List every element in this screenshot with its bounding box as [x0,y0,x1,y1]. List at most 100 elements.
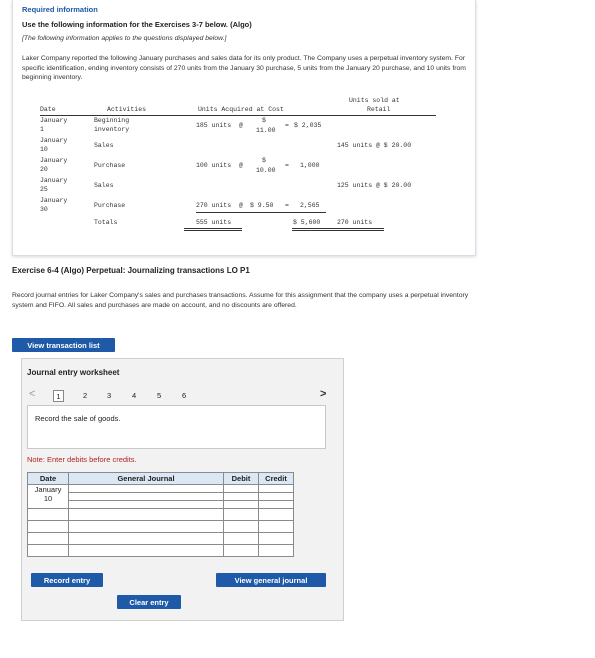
header-date: Date [40,106,56,113]
totals-label: Totals [94,219,118,226]
totals-underline-2 [184,230,242,231]
row5-total: 2,565 [300,202,320,209]
chevron-left-icon[interactable]: < [29,388,35,400]
col-general-journal: General Journal [68,472,224,485]
page-4-button[interactable]: 4 [132,391,136,400]
view-transaction-list-button[interactable]: View transaction list [12,338,115,352]
totals-underline-4 [292,230,384,231]
journal-row [27,532,294,545]
row3-activity: Purchase [94,162,126,169]
totals-underline-1 [184,228,242,229]
row4-date: January [40,177,68,184]
page-3-button[interactable]: 3 [107,391,111,400]
header-activities: Activities [107,106,147,113]
journal-row [27,544,294,557]
header-retail-label: Retail [367,106,391,113]
row2-sold: 145 units @ $ 20.00 [337,142,412,149]
entry-description-box [27,405,326,449]
journal-header-row: Date General Journal Debit Credit [27,472,294,485]
row1-activity: Beginning [94,117,130,124]
journal-row: January 10 [27,484,294,509]
credit-input[interactable] [258,532,294,545]
row1-cost-symbol: $ [262,117,266,124]
debit-input[interactable] [223,484,259,493]
row3-eq: = [285,162,289,169]
credit-input[interactable] [258,484,294,493]
page-2-button[interactable]: 2 [83,391,87,400]
totals-amount: $ 5,600 [293,219,321,226]
row1-activity-2: inventory [94,126,130,133]
row5-date: January [40,197,68,204]
date-input[interactable] [27,544,69,557]
debit-input[interactable] [223,520,259,533]
row3-at: @ [239,162,243,169]
page-1-button[interactable]: 1 [53,390,64,402]
date-input[interactable] [27,532,69,545]
account-input[interactable] [68,500,224,509]
worksheet-title: Journal entry worksheet [27,368,120,377]
row5-activity: Purchase [94,202,126,209]
debit-input[interactable] [223,492,259,501]
view-general-journal-button[interactable]: View general journal [216,573,326,587]
row1-cost: 11.00 [256,127,276,134]
row2-day: 10 [40,146,48,153]
row1-at: @ [239,122,243,129]
row1-eq: = [285,122,289,129]
row1-date: January [40,117,68,124]
required-info-title: Required information [22,5,98,14]
debit-input[interactable] [223,544,259,557]
row4-sold: 125 units @ $ 20.00 [337,182,412,189]
header-units-sold: Units sold at [349,97,400,104]
row1-units: 185 units [196,122,232,129]
journal-row [27,508,294,521]
credit-input[interactable] [258,508,294,521]
account-input[interactable] [68,544,224,557]
credit-input[interactable] [258,500,294,509]
debit-input[interactable] [223,508,259,521]
totals-underline-3 [292,228,384,229]
row1-day: 1 [40,126,44,133]
applies-note: [The following information applies to th… [22,35,227,42]
row3-day: 20 [40,166,48,173]
credit-input[interactable] [258,520,294,533]
row3-total: 1,000 [300,162,320,169]
totals-sold: 270 units [337,219,373,226]
debit-input[interactable] [223,532,259,545]
record-entry-button[interactable]: Record entry [31,573,103,587]
page-6-button[interactable]: 6 [182,391,186,400]
debit-input[interactable] [223,500,259,509]
date-input[interactable] [27,520,69,533]
row3-cost-symbol: $ [262,157,266,164]
page-5-button[interactable]: 5 [157,391,161,400]
debits-before-credits-note: Note: Enter debits before credits. [27,455,137,464]
entry-date-day: 10 [43,494,53,503]
row5-at: @ [239,202,243,209]
totals-units: 555 units [196,219,232,226]
info-paragraph: Laker Company reported the following Jan… [22,55,466,81]
row5-eq: = [285,202,289,209]
entry-date-month: January [34,485,62,494]
account-input[interactable] [68,492,224,501]
credit-input[interactable] [258,544,294,557]
credit-input[interactable] [258,492,294,501]
row3-units: 100 units [196,162,232,169]
chevron-right-icon[interactable]: > [320,388,326,400]
clear-entry-button[interactable]: Clear entry [117,595,181,609]
account-input[interactable] [68,484,224,493]
date-input[interactable] [27,508,69,521]
row5-units: 270 units [196,202,232,209]
exercise-title: Exercise 6-4 (Algo) Perpetual: Journaliz… [12,266,250,275]
account-input[interactable] [68,532,224,545]
header-rule [40,115,436,116]
account-input[interactable] [68,520,224,533]
row4-day: 25 [40,186,48,193]
exercises-instruction: Use the following information for the Ex… [22,20,252,29]
header-units-acquired: Units Acquired at Cost [198,106,284,113]
account-input[interactable] [68,508,224,521]
row4-activity: Sales [94,182,114,189]
row1-total: $ 2,035 [294,122,322,129]
row5-cost: $ 9.50 [250,202,274,209]
journal-row [27,520,294,533]
row5-underline [196,212,326,213]
row2-date: January [40,137,68,144]
